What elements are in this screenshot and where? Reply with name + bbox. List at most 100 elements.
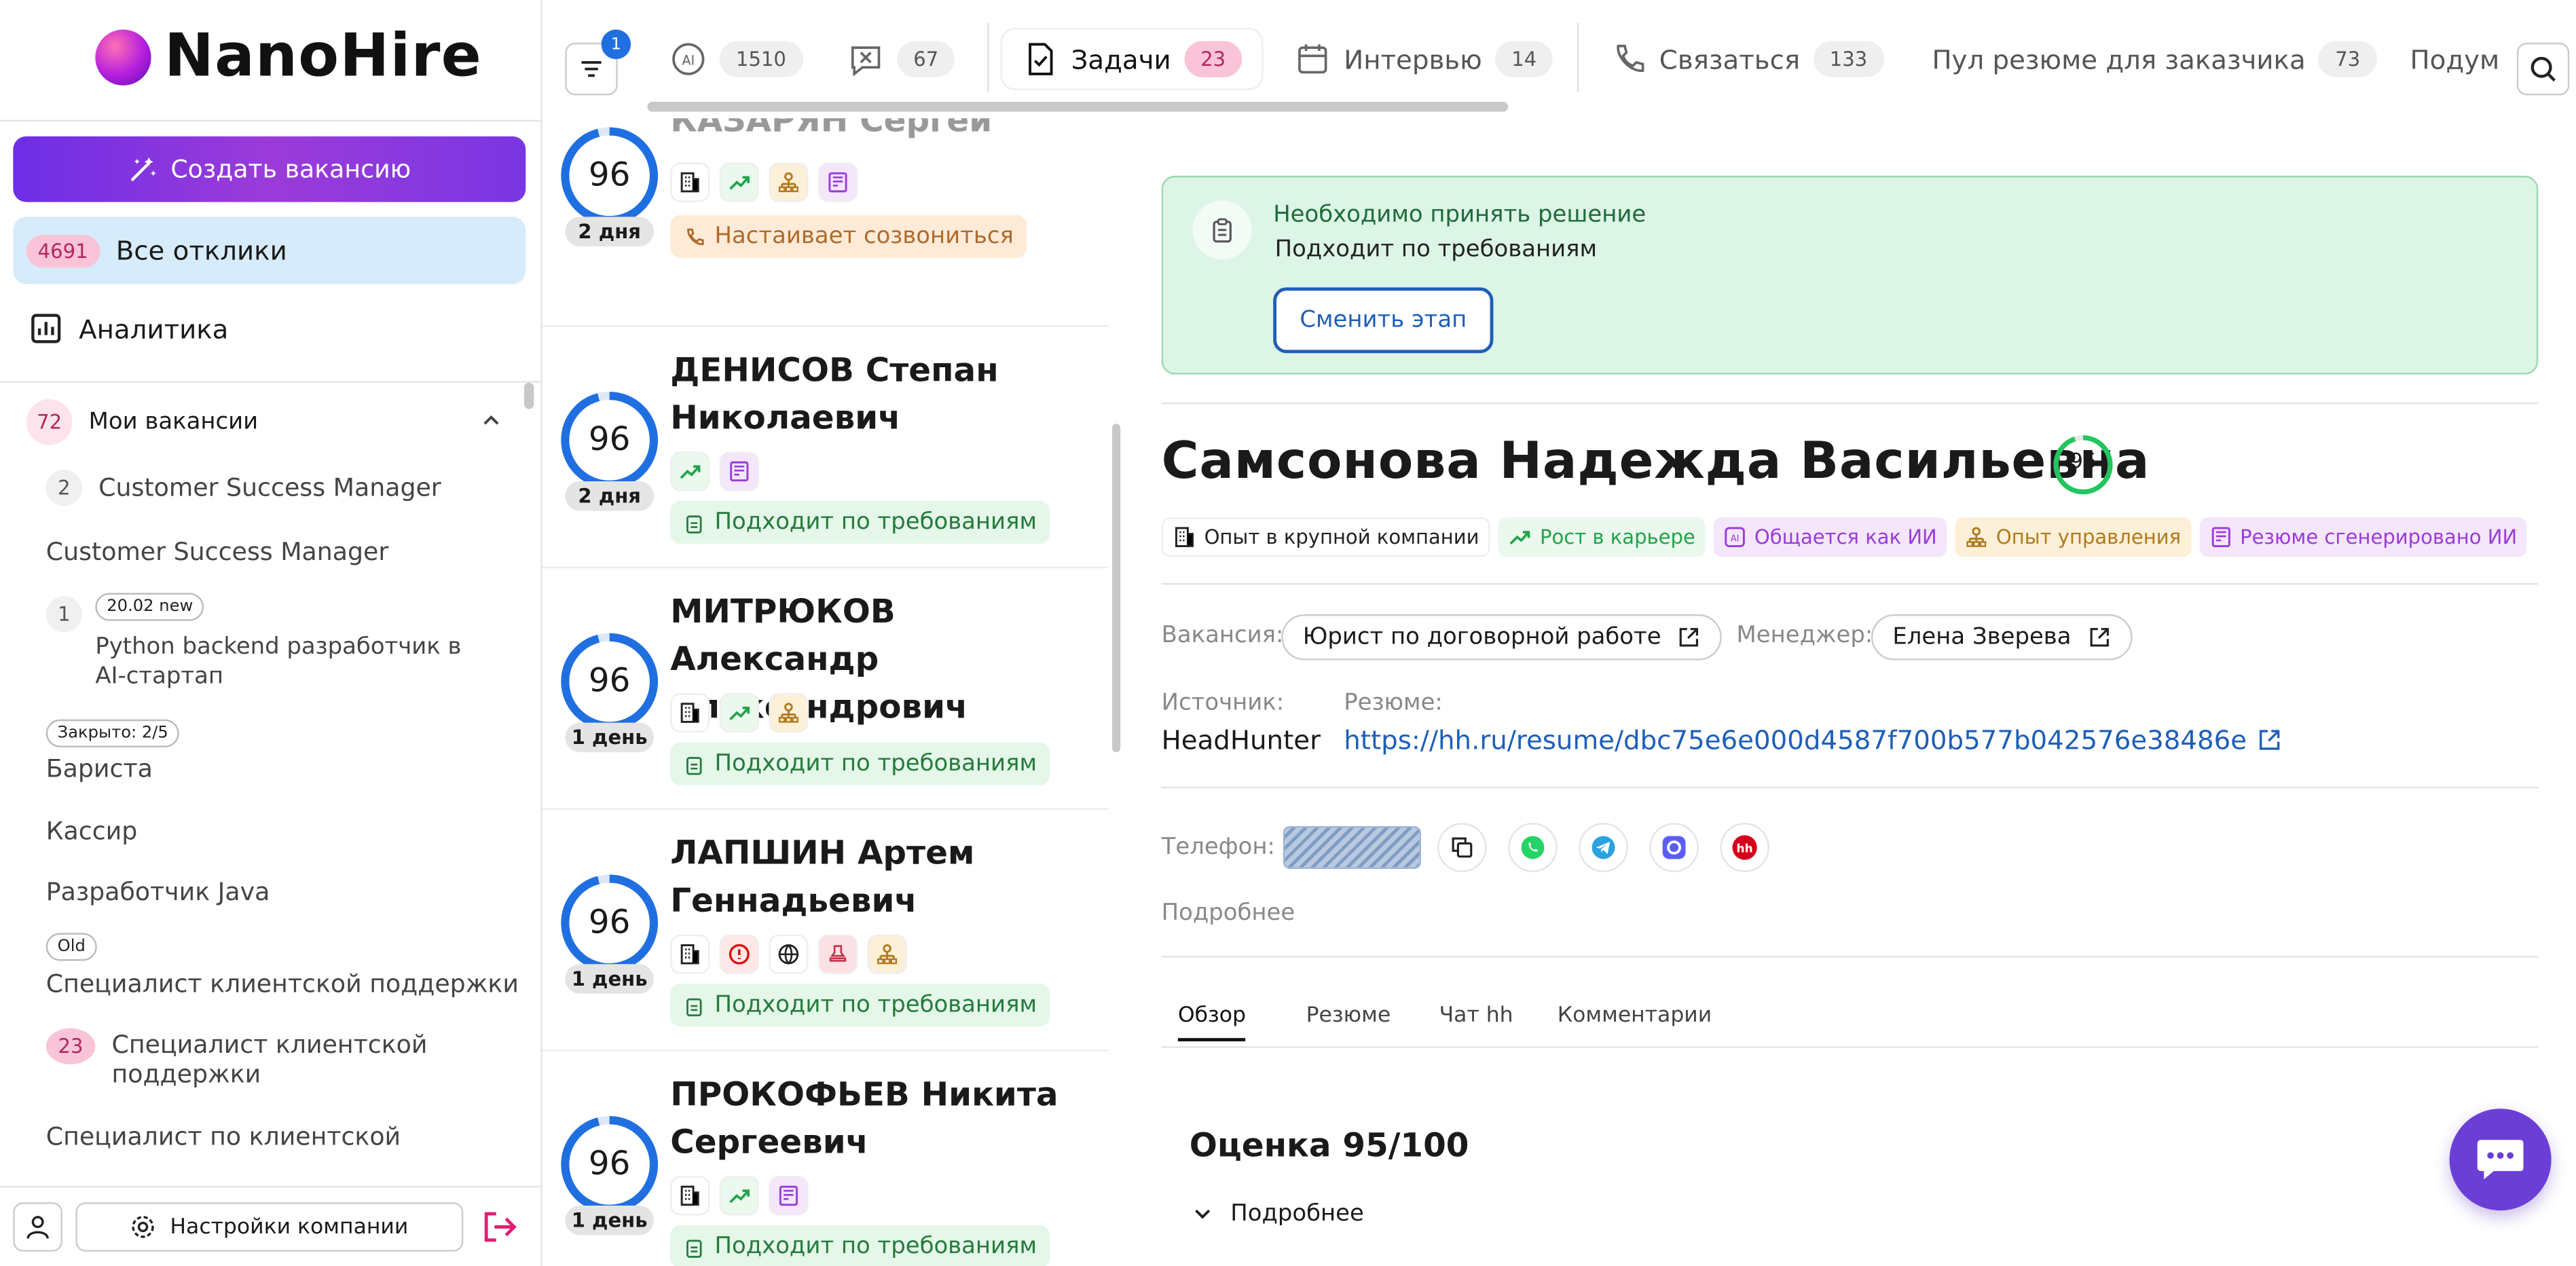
- phone-hidden-value[interactable]: [1283, 826, 1421, 869]
- company-settings-button[interactable]: Настройки компании: [75, 1202, 464, 1252]
- filter-count-badge: 1: [601, 29, 631, 60]
- candidate-card[interactable]: 96 1 день МИТРЮКОВ Александр Александров…: [542, 568, 1109, 810]
- status-label: Подходит по требованиям: [714, 992, 1037, 1019]
- tab-resume[interactable]: Резюме: [1306, 1003, 1391, 1028]
- telegram-button[interactable]: [1579, 823, 1628, 872]
- resume-link[interactable]: https://hh.ru/resume/dbc75e6e000d4587f70…: [1344, 724, 2281, 756]
- tabs-scrollbar[interactable]: [647, 102, 1509, 112]
- candidate-card[interactable]: 96 1 день ЛАПШИН Артем Геннадьевич Подхо…: [542, 810, 1109, 1051]
- my-vacancies-label: Мои вакансии: [88, 409, 259, 436]
- tab-overview[interactable]: Обзор: [1177, 1003, 1246, 1042]
- tab-count: 14: [1495, 41, 1553, 77]
- candidate-card[interactable]: 96 1 день ПРОКОФЬЕВ Никита Сергеевич Под…: [542, 1051, 1109, 1266]
- vacancy-value: Юрист по договорной работе: [1302, 624, 1661, 651]
- tab-count: 73: [2319, 41, 2377, 77]
- tab-label: Пул резюме для заказчика: [1932, 43, 2306, 75]
- divider: [1161, 956, 2539, 958]
- tab-client-pool[interactable]: Пул резюме для заказчика 73: [1932, 30, 2377, 89]
- tab-ai[interactable]: AI 1510: [670, 30, 803, 89]
- whatsapp-button[interactable]: [1508, 823, 1558, 872]
- vacancy-title: Специалист по клиентской: [45, 1121, 401, 1152]
- tab-tasks[interactable]: Задачи 23: [1001, 29, 1262, 89]
- copy-button[interactable]: [1437, 823, 1487, 872]
- candidate-list-scrollbar[interactable]: [1112, 424, 1121, 753]
- calendar-icon: [1298, 44, 1327, 74]
- vacancy-item[interactable]: Закрыто: 2/5 Бариста: [45, 718, 180, 784]
- closed-tag: Закрыто: 2/5: [45, 719, 180, 747]
- management-icon: [769, 693, 809, 733]
- resume-url: https://hh.ru/resume/dbc75e6e000d4587f70…: [1344, 724, 2247, 756]
- tab-separator: [987, 22, 989, 92]
- analytics-item[interactable]: Аналитика: [30, 312, 229, 345]
- vacancy-count: 23: [45, 1028, 96, 1064]
- growth-icon: [1510, 531, 1531, 545]
- chevron-up-icon[interactable]: [480, 409, 503, 432]
- clipboard-icon: [686, 997, 702, 1016]
- all-responses-item[interactable]: 4691 Все отклики: [13, 217, 526, 284]
- vacancy-link[interactable]: Юрист по договорной работе: [1281, 614, 1723, 660]
- my-vacancies-header[interactable]: 72 Мои вакансии: [26, 398, 503, 445]
- score-details-toggle[interactable]: Подробнее: [1191, 1201, 1364, 1227]
- candidate-days: 1 день: [565, 1205, 655, 1235]
- divider: [1161, 402, 2539, 405]
- candidate-status: Подходит по требованиям: [670, 742, 1050, 785]
- ai-resume-icon: [817, 162, 858, 202]
- vacancy-title: Бариста: [45, 753, 153, 784]
- vacancy-item[interactable]: Специалист по клиентской: [46, 1122, 401, 1152]
- whatsapp-icon: [1521, 836, 1545, 859]
- candidate-name: Самсонова Надежда Васильевна: [1161, 432, 2150, 491]
- hh-button[interactable]: hh: [1720, 823, 1769, 872]
- manager-link[interactable]: Елена Зверева: [1871, 614, 2133, 660]
- score-badge: 95: [2052, 434, 2114, 496]
- more-link[interactable]: Подробнее: [1162, 900, 1295, 927]
- change-stage-button[interactable]: Сменить этап: [1273, 287, 1494, 354]
- profile-button[interactable]: [13, 1202, 62, 1252]
- external-link-icon: [2090, 628, 2109, 647]
- logo[interactable]: NanoHire: [95, 23, 482, 90]
- old-tag: Old: [45, 933, 97, 961]
- clipboard-icon: [686, 1239, 702, 1257]
- logout-icon[interactable]: [480, 1207, 519, 1246]
- tab-count: 67: [897, 41, 955, 77]
- search-button[interactable]: [2516, 42, 2570, 96]
- vacancy-item[interactable]: Old Специалист клиентской поддержки: [45, 931, 519, 999]
- trait-chip: Опыт управления: [1955, 517, 2191, 557]
- tab-rejected[interactable]: 67: [848, 30, 955, 89]
- trait-label: Резюме сгенерировано ИИ: [2240, 525, 2518, 549]
- clipboard-icon: [686, 515, 702, 533]
- score-value: 95: [2069, 449, 2097, 475]
- external-link-icon: [1680, 628, 1699, 647]
- vacancy-item[interactable]: Разработчик Java: [46, 877, 270, 907]
- vacancy-item[interactable]: Кассир: [46, 817, 138, 846]
- tab-count: 1510: [719, 41, 803, 77]
- tab-hh-chat[interactable]: Чат hh: [1439, 1003, 1513, 1028]
- candidate-trait-icons: [670, 934, 907, 974]
- my-vacancies-count: 72: [26, 398, 73, 445]
- tab-think[interactable]: Подум: [2410, 30, 2500, 89]
- sidebar-scrollbar[interactable]: [523, 382, 534, 409]
- max-messenger-button[interactable]: [1649, 823, 1699, 872]
- candidate-name: КАЗАРЯН Сергей: [670, 118, 993, 140]
- tab-comments[interactable]: Комментарии: [1558, 1003, 1712, 1028]
- score-title: Оценка 95/100: [1189, 1125, 1469, 1165]
- growth-icon: [719, 162, 759, 202]
- hh-icon: hh: [1732, 835, 1757, 860]
- candidate-days: 2 дня: [565, 481, 655, 511]
- company-icon: [670, 1176, 710, 1216]
- support-chat-button[interactable]: [2449, 1109, 2552, 1211]
- candidate-score: 96: [588, 154, 631, 194]
- growth-icon: [670, 451, 710, 491]
- vacancy-title: Python backend разработчик в AI-стартап: [95, 633, 462, 690]
- vacancy-title: Кассир: [45, 816, 138, 846]
- resume-label: Резюме:: [1344, 690, 1443, 716]
- tab-interview[interactable]: Интервью 14: [1295, 30, 1553, 89]
- vacancy-item[interactable]: Customer Success Manager: [46, 537, 389, 567]
- status-label: Подходит по требованиям: [714, 750, 1037, 777]
- candidate-card[interactable]: 96 2 дня ДЕНИСОВ Степан Николаевич Подхо…: [542, 327, 1109, 569]
- tab-contact[interactable]: Связаться 133: [1610, 30, 1884, 89]
- trait-label: Рост в карьере: [1540, 525, 1695, 549]
- candidate-card[interactable]: 96 2 дня КАЗАРЯН Сергей Настаивает созво…: [542, 118, 1109, 327]
- vacancy-item[interactable]: 2 Customer Success Manager: [45, 470, 441, 506]
- create-vacancy-button[interactable]: Создать вакансию: [13, 136, 526, 202]
- ai-icon: AI: [1725, 527, 1745, 547]
